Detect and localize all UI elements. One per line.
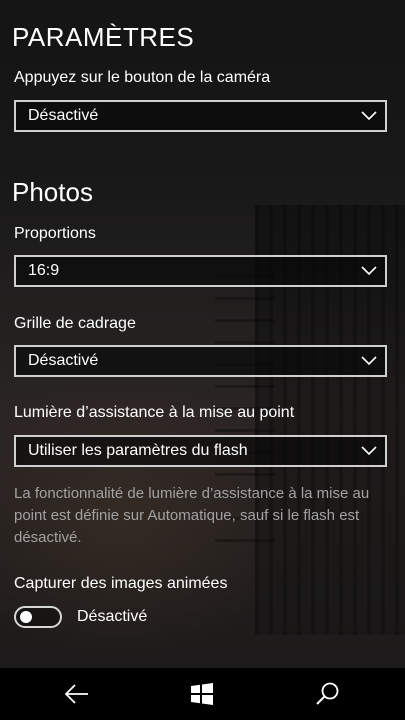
toggle-knob bbox=[20, 611, 32, 623]
aspect-ratio-value: 16:9 bbox=[28, 262, 60, 279]
aspect-ratio-label: Proportions bbox=[14, 225, 96, 242]
search-icon[interactable] bbox=[314, 680, 342, 708]
focus-assist-help-text: La fonctionnalité de lumière d’assistanc… bbox=[14, 485, 370, 546]
navigation-bar bbox=[0, 668, 405, 720]
camera-button-label: Appuyez sur le bouton de la caméra bbox=[14, 69, 271, 86]
chevron-down-icon bbox=[361, 446, 377, 456]
back-arrow-icon[interactable] bbox=[63, 680, 91, 708]
page-title: PARAMÈTRES bbox=[12, 22, 195, 52]
chevron-down-icon bbox=[361, 111, 377, 121]
section-title-photos: Photos bbox=[12, 177, 93, 207]
framing-grid-dropdown[interactable]: Désactivé bbox=[14, 345, 387, 377]
aspect-ratio-dropdown[interactable]: 16:9 bbox=[14, 255, 387, 287]
framing-grid-value: Désactivé bbox=[28, 352, 99, 369]
chevron-down-icon bbox=[361, 266, 377, 276]
camera-button-value: Désactivé bbox=[28, 107, 99, 124]
focus-assist-light-value: Utiliser les paramètres du flash bbox=[28, 442, 248, 459]
living-images-label: Capturer des images animées bbox=[14, 575, 228, 592]
living-images-state: Désactivé bbox=[77, 608, 148, 625]
focus-assist-light-label: Lumière d’assistance à la mise au point bbox=[14, 404, 295, 421]
focus-assist-light-dropdown[interactable]: Utiliser les paramètres du flash bbox=[14, 435, 387, 467]
chevron-down-icon bbox=[361, 356, 377, 366]
living-images-toggle[interactable] bbox=[14, 606, 62, 628]
framing-grid-label: Grille de cadrage bbox=[14, 315, 136, 332]
camera-button-dropdown[interactable]: Désactivé bbox=[14, 100, 387, 132]
windows-start-icon[interactable] bbox=[188, 680, 216, 708]
settings-panel: PARAMÈTRES Appuyez sur le bouton de la c… bbox=[0, 0, 405, 668]
